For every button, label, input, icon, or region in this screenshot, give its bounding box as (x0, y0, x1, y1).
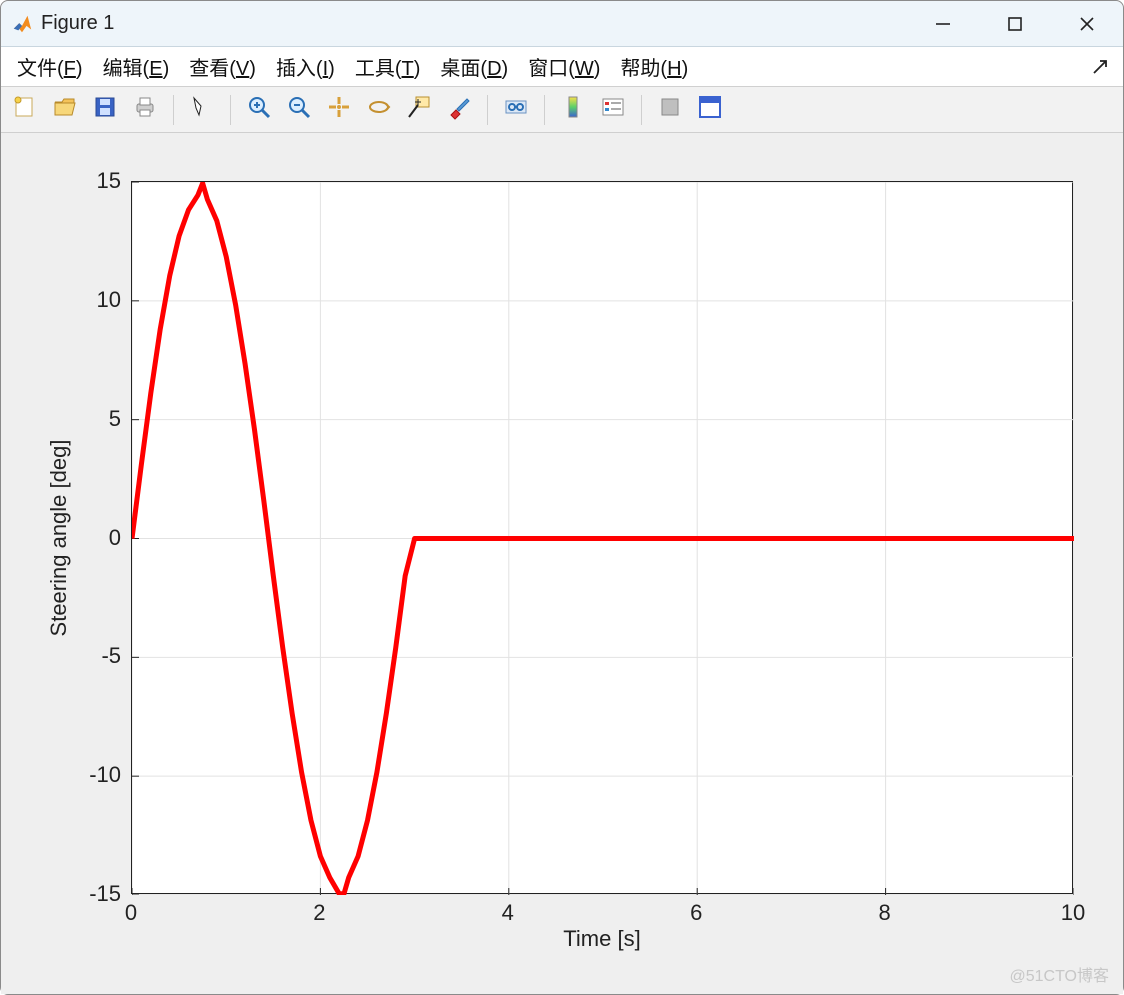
watermark: @51CTO博客 (1009, 962, 1109, 986)
pan-icon (326, 94, 352, 125)
print-icon (132, 94, 158, 125)
y-tick-label: 5 (109, 406, 121, 432)
insert-legend-button[interactable] (595, 92, 631, 128)
y-tick-label: -5 (101, 643, 121, 669)
print-button[interactable] (127, 92, 163, 128)
link-plot-icon (503, 94, 529, 125)
menu-w[interactable]: 窗口(W) (518, 50, 610, 83)
menu-v[interactable]: 查看(V) (179, 50, 266, 83)
y-tick-label: -15 (89, 881, 121, 907)
rotate3d-button[interactable] (361, 92, 397, 128)
new-figure-icon (12, 94, 38, 125)
x-tick-label: 0 (125, 900, 137, 926)
close-button[interactable] (1051, 1, 1123, 46)
dock-figure-icon (697, 94, 723, 125)
x-tick-label: 6 (690, 900, 702, 926)
x-tick-label: 10 (1061, 900, 1085, 926)
y-tick-label: 15 (97, 168, 121, 194)
x-axis-label: Time [s] (563, 926, 640, 952)
figure-window: Figure 1 文件(F)编辑(E)查看(V)插入(I)工具(T)桌面(D)窗… (0, 0, 1124, 995)
menu-f[interactable]: 文件(F) (7, 50, 93, 83)
x-tick-label: 4 (502, 900, 514, 926)
matlab-icon (11, 13, 33, 35)
undock-icon[interactable] (1091, 58, 1109, 76)
window-controls (907, 1, 1123, 46)
hide-tools-icon (657, 94, 683, 125)
menu-i[interactable]: 插入(I) (266, 50, 345, 83)
maximize-button[interactable] (979, 1, 1051, 46)
y-axis-label: Steering angle [deg] (46, 439, 72, 636)
menubar: 文件(F)编辑(E)查看(V)插入(I)工具(T)桌面(D)窗口(W)帮助(H) (1, 47, 1123, 87)
zoom-in-icon (246, 94, 272, 125)
y-tick-label: 10 (97, 287, 121, 313)
data-cursor-icon (406, 94, 432, 125)
window-title: Figure 1 (41, 12, 114, 35)
menu-e[interactable]: 编辑(E) (93, 50, 180, 83)
zoom-out-button[interactable] (281, 92, 317, 128)
data-cursor-button[interactable] (401, 92, 437, 128)
menu-t[interactable]: 工具(T) (345, 50, 431, 83)
open-button[interactable] (47, 92, 83, 128)
rotate3d-icon (366, 94, 392, 125)
insert-colorbar-button[interactable] (555, 92, 591, 128)
menu-h[interactable]: 帮助(H) (610, 50, 698, 83)
brush-button[interactable] (441, 92, 477, 128)
insert-legend-icon (600, 94, 626, 125)
y-tick-label: 0 (109, 525, 121, 551)
menu-d[interactable]: 桌面(D) (430, 50, 518, 83)
titlebar: Figure 1 (1, 1, 1123, 47)
brush-icon (446, 94, 472, 125)
open-icon (52, 94, 78, 125)
save-icon (92, 94, 118, 125)
new-figure-button[interactable] (7, 92, 43, 128)
toolbar (1, 87, 1123, 133)
insert-colorbar-icon (560, 94, 586, 125)
zoom-in-button[interactable] (241, 92, 277, 128)
minimize-button[interactable] (907, 1, 979, 46)
figure-area: Steering angle [deg] Time [s] 0 2 4 6 8 10 -15 -1… (1, 133, 1123, 994)
dock-figure-button[interactable] (692, 92, 728, 128)
pan-button[interactable] (321, 92, 357, 128)
x-tick-label: 8 (878, 900, 890, 926)
x-tick-label: 2 (313, 900, 325, 926)
link-plot-button[interactable] (498, 92, 534, 128)
axes[interactable] (131, 181, 1073, 894)
edit-plot-icon (189, 94, 215, 125)
axes-wrap: Steering angle [deg] Time [s] 0 2 4 6 8 10 -15 -1… (41, 173, 1083, 954)
y-tick-label: -10 (89, 762, 121, 788)
zoom-out-icon (286, 94, 312, 125)
hide-tools-button[interactable] (652, 92, 688, 128)
edit-plot-button[interactable] (184, 92, 220, 128)
save-button[interactable] (87, 92, 123, 128)
